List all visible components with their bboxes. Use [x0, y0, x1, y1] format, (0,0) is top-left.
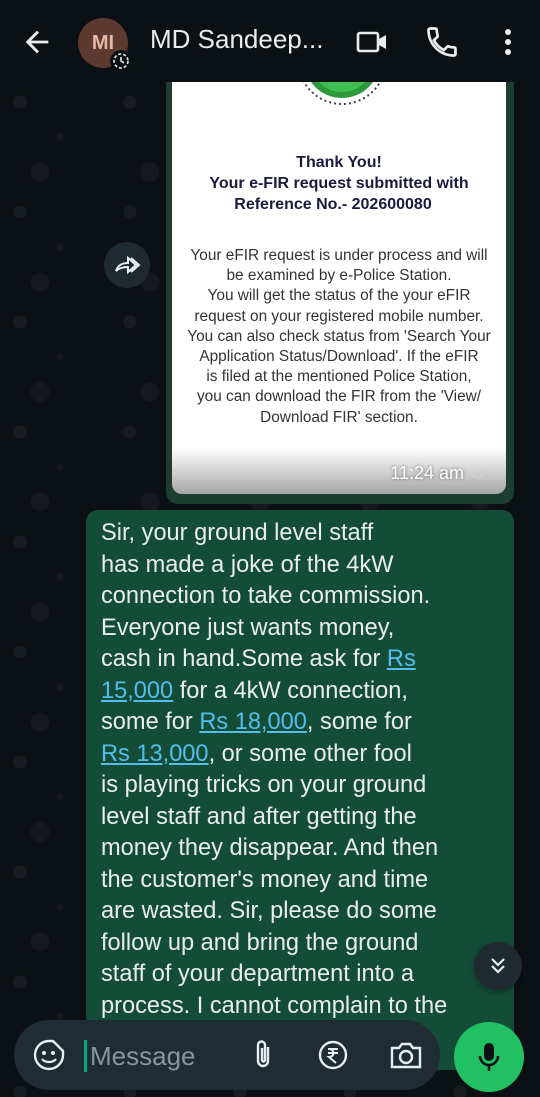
message-line: has made a joke of the 4kW [101, 551, 394, 578]
message-time: 11:24 am [390, 463, 464, 483]
message-line: some for Rs 18,000, some for [101, 707, 501, 739]
status-line: Application Status/Download'. If the eFI… [199, 348, 479, 366]
image-message-bubble[interactable]: Thank You! Your e-FIR request submitted … [166, 82, 514, 504]
message-text: Sir, your ground level staff has made a … [101, 518, 501, 1022]
message-line: money they disappear. And then [101, 835, 439, 861]
message-line: staff of your department into a [101, 961, 415, 987]
message-line: Rs 13,000, or some other fool [101, 739, 501, 771]
status-ring-icon [110, 50, 132, 72]
back-arrow-icon[interactable] [20, 25, 54, 59]
thanks-heading: Thank You! [296, 154, 382, 171]
contact-name[interactable]: MD Sandeep... [150, 24, 323, 55]
amount-link[interactable]: Rs [387, 646, 416, 672]
scroll-to-bottom-button[interactable] [474, 942, 522, 990]
amount-link[interactable]: Rs 13,000 [101, 741, 209, 767]
seal-icon [302, 82, 382, 105]
text-message-bubble[interactable]: Sir, your ground level staff has made a … [86, 510, 514, 1070]
microphone-icon [478, 1043, 500, 1071]
message-line: Sir, your ground level staff [101, 520, 374, 546]
voice-message-button[interactable] [454, 1022, 524, 1092]
status-line: is filed at the mentioned Police Station… [206, 368, 472, 386]
message-line: is playing tricks on your ground [101, 772, 427, 798]
status-line: Download FIR' section. [260, 408, 418, 426]
double-chevron-down-icon [491, 958, 505, 974]
video-call-icon[interactable] [354, 24, 390, 60]
message-line: the customer's money and time [101, 866, 429, 893]
message-line: are wasted. Sir, please do some [101, 898, 437, 924]
sticker-icon[interactable] [32, 1038, 66, 1072]
message-text-span: , or some other fool [208, 740, 412, 767]
status-line: You will get the status of the your eFIR [207, 287, 471, 305]
status-line: You can also check status from 'Search Y… [187, 327, 491, 345]
message-text-span: , some for [306, 709, 412, 735]
submission-line: Your e-FIR request submitted with [209, 175, 469, 192]
chat-header: MI MD Sandeep... [0, 0, 540, 82]
camera-icon[interactable] [388, 1038, 424, 1072]
more-vert-icon[interactable] [490, 24, 526, 60]
attach-icon[interactable] [248, 1037, 278, 1073]
message-line: connection to take commission. [101, 583, 431, 609]
text-caret [84, 1040, 87, 1072]
forward-icon [115, 255, 141, 275]
message-line: level staff and after getting the [101, 803, 417, 830]
message-composer [14, 1020, 440, 1090]
message-line: follow up and bring the ground [101, 929, 419, 956]
message-line: cash in hand.Some ask for Rs [101, 644, 501, 676]
status-paragraph: Your eFIR request is under process and w… [172, 246, 506, 428]
message-text-span: for a 4kW connection, [173, 677, 408, 704]
status-line: request on your registered mobile number… [194, 307, 484, 325]
message-line: 15,000 for a 4kW connection, [101, 676, 501, 708]
voice-call-icon[interactable] [424, 24, 460, 60]
reference-number: Reference No.- 202600080 [234, 196, 432, 213]
message-line: process. I cannot complain to the [101, 992, 448, 1019]
rupee-payment-icon[interactable] [316, 1038, 350, 1072]
status-line: be examined by e-Police Station. [226, 267, 452, 285]
message-text-span: cash in hand.Some ask for [101, 646, 387, 672]
amount-link[interactable]: Rs 18,000 [199, 709, 307, 735]
amount-link[interactable]: 15,000 [101, 678, 173, 704]
status-line: you can download the FIR from the 'View/ [196, 388, 482, 406]
message-input[interactable] [88, 1034, 242, 1078]
forward-button[interactable] [104, 242, 150, 288]
message-meta: 11:24 am [390, 463, 492, 484]
double-check-icon [470, 467, 488, 480]
image-attachment[interactable]: Thank You! Your e-FIR request submitted … [172, 82, 506, 494]
message-line: Everyone just wants money, [101, 614, 395, 641]
status-line: Your eFIR request is under process and w… [190, 247, 488, 264]
message-text-span: some for [101, 709, 200, 735]
avatar[interactable]: MI [78, 18, 136, 72]
